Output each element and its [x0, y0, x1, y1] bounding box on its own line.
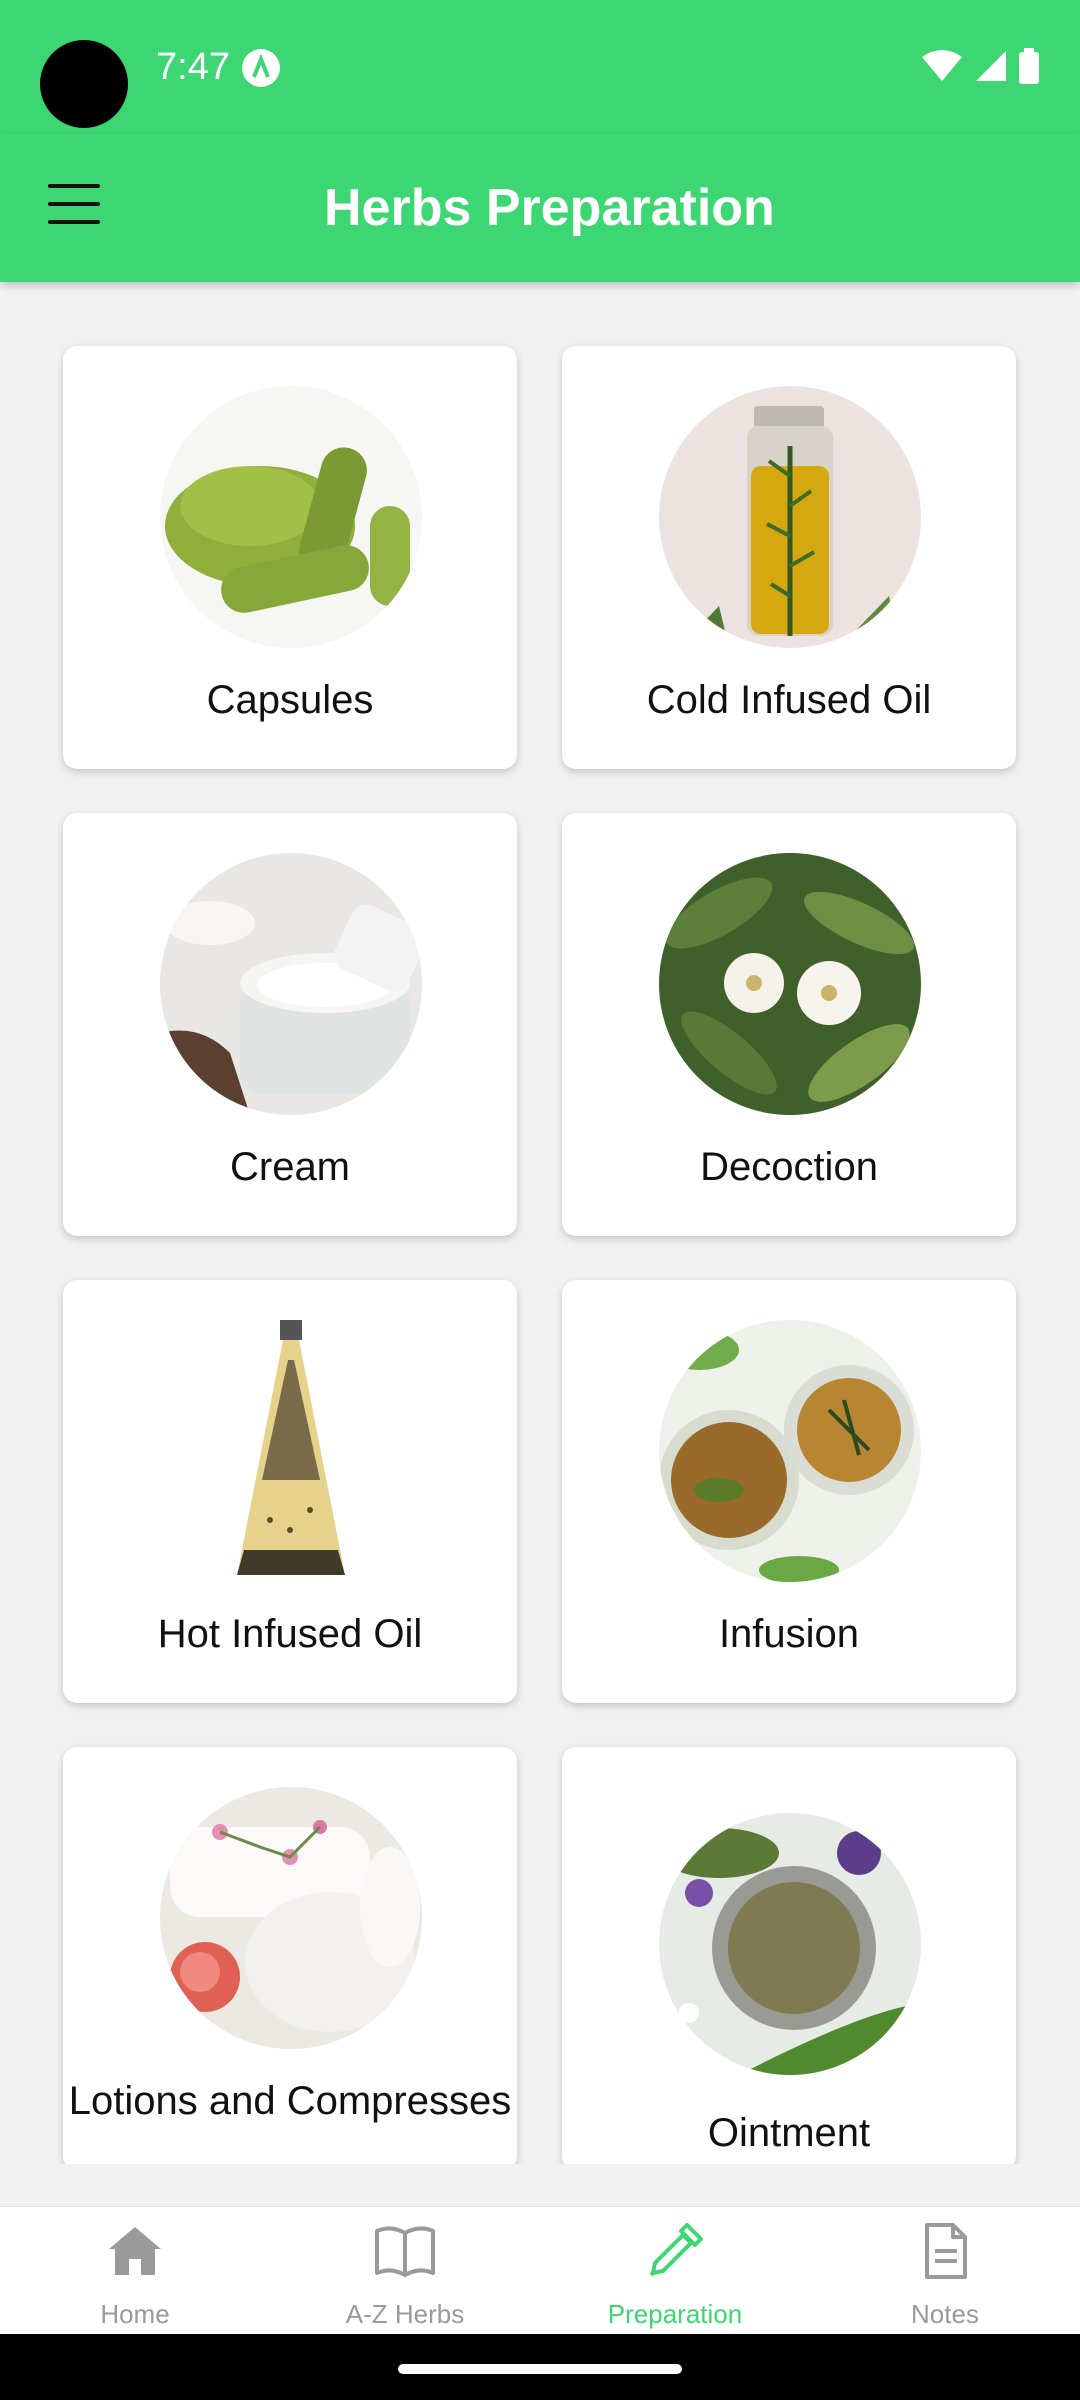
magnolia-flowers-image	[659, 853, 921, 1115]
status-time: 7:47	[156, 46, 230, 88]
nav-label: A-Z Herbs	[345, 2299, 465, 2329]
document-icon	[925, 2223, 967, 2279]
book-icon	[375, 2226, 435, 2277]
nav-label: Home	[100, 2299, 170, 2329]
card-label: Infusion	[718, 1612, 860, 1656]
system-gesture-bar	[0, 2334, 1080, 2400]
oil-bottle-image	[659, 386, 921, 648]
camera-cutout	[40, 40, 128, 128]
home-gesture-handle[interactable]	[398, 2364, 682, 2374]
preparation-grid[interactable]: Capsules Cold Infused Oil Cream Decoctio…	[0, 282, 1080, 2164]
card-hot-infused-oil[interactable]: Hot Infused Oil	[63, 1280, 517, 1703]
capsules-image	[160, 386, 422, 648]
herbal-compress-image	[160, 1787, 422, 2049]
home-icon	[109, 2227, 161, 2275]
status-bar: 7:47	[0, 0, 1080, 134]
nav-preparation[interactable]: Preparation	[540, 2207, 810, 2335]
menu-icon[interactable]	[48, 182, 104, 226]
dropper-icon	[649, 2223, 703, 2277]
card-cream[interactable]: Cream	[63, 813, 517, 1236]
card-label: Cream	[229, 1145, 351, 1189]
card-cold-infused-oil[interactable]: Cold Infused Oil	[562, 346, 1016, 769]
app-bar: Herbs Preparation	[0, 134, 1080, 282]
nav-label: Notes	[911, 2299, 979, 2329]
card-infusion[interactable]: Infusion	[562, 1280, 1016, 1703]
wifi-icon	[922, 50, 962, 81]
status-icons	[920, 48, 1040, 84]
card-decoction[interactable]: Decoction	[562, 813, 1016, 1236]
cream-jar-image	[160, 853, 422, 1115]
card-label: Lotions and Compresses	[68, 2079, 512, 2123]
app-notification-icon	[242, 49, 280, 87]
battery-icon	[1019, 48, 1039, 84]
card-label: Ointment	[707, 2111, 871, 2155]
signal-icon	[976, 51, 1006, 81]
card-capsules[interactable]: Capsules	[63, 346, 517, 769]
page-title: Herbs Preparation	[324, 179, 775, 237]
card-ointment[interactable]: Ointment	[562, 1747, 1016, 2164]
card-label: Cold Infused Oil	[646, 678, 932, 722]
card-label: Hot Infused Oil	[157, 1612, 423, 1656]
cone-bottle-image	[160, 1320, 422, 1582]
tea-cups-image	[659, 1320, 921, 1582]
nav-home[interactable]: Home	[0, 2207, 270, 2335]
nav-az-herbs[interactable]: A-Z Herbs	[270, 2207, 540, 2335]
nav-label: Preparation	[607, 2299, 743, 2329]
nav-notes[interactable]: Notes	[810, 2207, 1080, 2335]
bottom-navigation: Home A-Z Herbs Preparation Notes	[0, 2206, 1080, 2335]
card-lotions-and-compresses[interactable]: Lotions and Compresses	[63, 1747, 517, 2164]
ointment-tin-image	[659, 1813, 921, 2075]
card-label: Capsules	[206, 678, 374, 722]
card-label: Decoction	[700, 1145, 878, 1189]
